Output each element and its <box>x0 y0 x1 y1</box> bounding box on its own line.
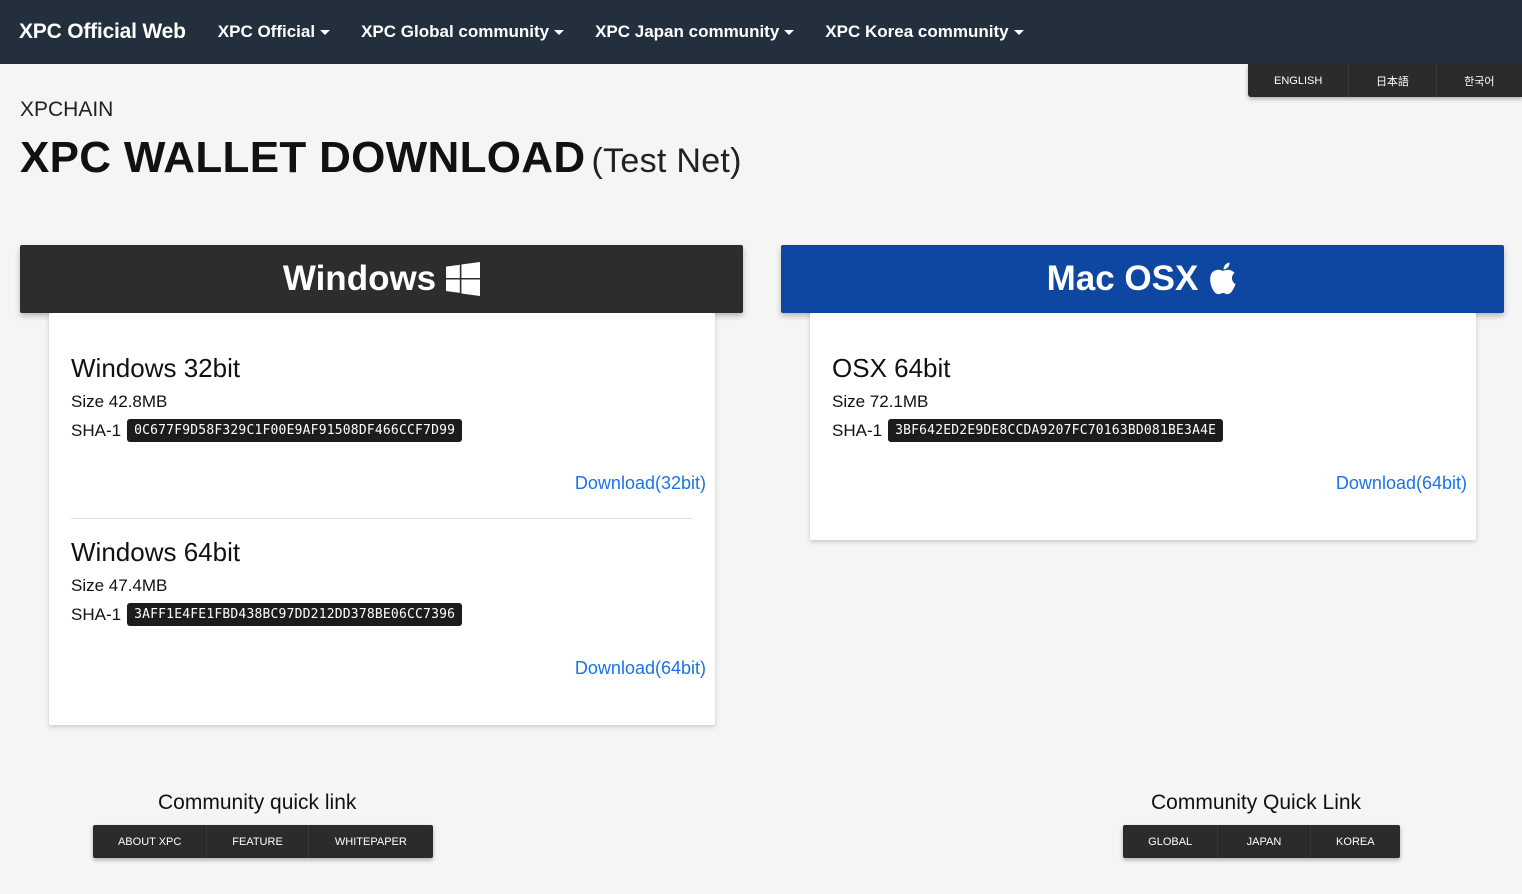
download-windows-32bit-link[interactable]: Download(32bit) <box>575 473 706 494</box>
build-size: Size 72.1MB <box>832 392 929 411</box>
quick-links-right-group: GLOBAL JAPAN KOREA <box>1123 825 1400 858</box>
sha-label: SHA-1 <box>71 604 122 624</box>
quick-links-left-title: Community quick link <box>158 791 357 814</box>
build-sha-row: SHA-1 0C677F9D58F329C1F00E9AF91508DF466C… <box>71 419 693 442</box>
mac-header-label: Mac OSX <box>1046 259 1199 298</box>
page-title: XPC WALLET DOWNLOAD (Test Net) <box>20 133 742 183</box>
lang-japanese-button[interactable]: 日本語 <box>1348 64 1435 97</box>
lang-korean-button[interactable]: 한국어 <box>1435 64 1522 97</box>
nav-xpc-official-dropdown[interactable]: XPC Official <box>217 22 331 42</box>
nav-item-label: XPC Global community <box>361 22 550 41</box>
page-eyebrow: XPCHAIN <box>20 98 114 121</box>
nav-item-label: XPC Korea community <box>825 22 1009 41</box>
nav-japan-community-dropdown[interactable]: XPC Japan community <box>595 22 795 42</box>
build-title: OSX 64bit <box>832 353 951 383</box>
korea-button[interactable]: KOREA <box>1309 825 1400 858</box>
lang-english-button[interactable]: ENGLISH <box>1248 64 1348 97</box>
caret-down-icon <box>784 29 795 35</box>
windows-64bit-block: Windows 64bit Size 47.4MB SHA-1 3AFF1E4F… <box>71 537 693 626</box>
nav-item-label: XPC Official <box>217 22 316 41</box>
apple-icon <box>1208 262 1238 296</box>
about-xpc-button[interactable]: ABOUT XPC <box>93 825 206 858</box>
mac-header: Mac OSX <box>781 245 1504 313</box>
global-button[interactable]: GLOBAL <box>1123 825 1217 858</box>
japan-button[interactable]: JAPAN <box>1217 825 1309 858</box>
caret-down-icon <box>1013 29 1024 35</box>
whitepaper-button[interactable]: WHITEPAPER <box>307 825 433 858</box>
windows-icon <box>446 262 481 296</box>
page-subtitle: (Test Net) <box>591 142 742 180</box>
build-size: Size 42.8MB <box>71 392 168 411</box>
quick-links-right-title: Community Quick Link <box>1151 791 1362 814</box>
build-title: Windows 32bit <box>71 353 241 383</box>
sha-hash: 3BF642ED2E9DE8CCDA9207FC70163BD081BE3A4E <box>888 419 1224 442</box>
caret-down-icon <box>554 29 565 35</box>
mac-64bit-block: OSX 64bit Size 72.1MB SHA-1 3BF642ED2E9D… <box>832 353 1454 442</box>
build-sha-row: SHA-1 3AFF1E4FE1FBD438BC97DD212DD378BE06… <box>71 603 693 626</box>
nav-global-community-dropdown[interactable]: XPC Global community <box>361 22 565 42</box>
sha-label: SHA-1 <box>71 420 122 440</box>
sha-hash: 0C677F9D58F329C1F00E9AF91508DF466CCF7D99 <box>127 419 463 442</box>
top-navbar: XPC Official Web XPC Official XPC Global… <box>0 0 1522 64</box>
nav-korea-community-dropdown[interactable]: XPC Korea community <box>825 22 1024 42</box>
windows-32bit-block: Windows 32bit Size 42.8MB SHA-1 0C677F9D… <box>71 353 693 442</box>
download-windows-64bit-link[interactable]: Download(64bit) <box>575 658 706 679</box>
windows-downloads-card: Windows 32bit Size 42.8MB SHA-1 0C677F9D… <box>49 313 715 725</box>
build-sha-row: SHA-1 3BF642ED2E9DE8CCDA9207FC70163BD081… <box>832 419 1454 442</box>
mac-downloads-card: OSX 64bit Size 72.1MB SHA-1 3BF642ED2E9D… <box>810 313 1476 540</box>
windows-header: Windows <box>20 245 743 313</box>
feature-button[interactable]: FEATURE <box>206 825 307 858</box>
page-title-text: XPC WALLET DOWNLOAD <box>20 133 586 182</box>
nav-item-label: XPC Japan community <box>595 22 780 41</box>
windows-header-label: Windows <box>282 259 437 298</box>
language-switcher: ENGLISH 日本語 한국어 <box>1248 64 1522 97</box>
sha-label: SHA-1 <box>832 420 883 440</box>
sha-hash: 3AFF1E4FE1FBD438BC97DD212DD378BE06CC7396 <box>127 603 463 626</box>
build-title: Windows 64bit <box>71 537 241 567</box>
quick-links-left-group: ABOUT XPC FEATURE WHITEPAPER <box>93 825 433 858</box>
download-mac-64bit-link[interactable]: Download(64bit) <box>1336 473 1467 494</box>
build-size: Size 47.4MB <box>71 576 168 595</box>
divider <box>71 518 693 519</box>
brand-link[interactable]: XPC Official Web <box>19 20 186 44</box>
caret-down-icon <box>320 29 331 35</box>
